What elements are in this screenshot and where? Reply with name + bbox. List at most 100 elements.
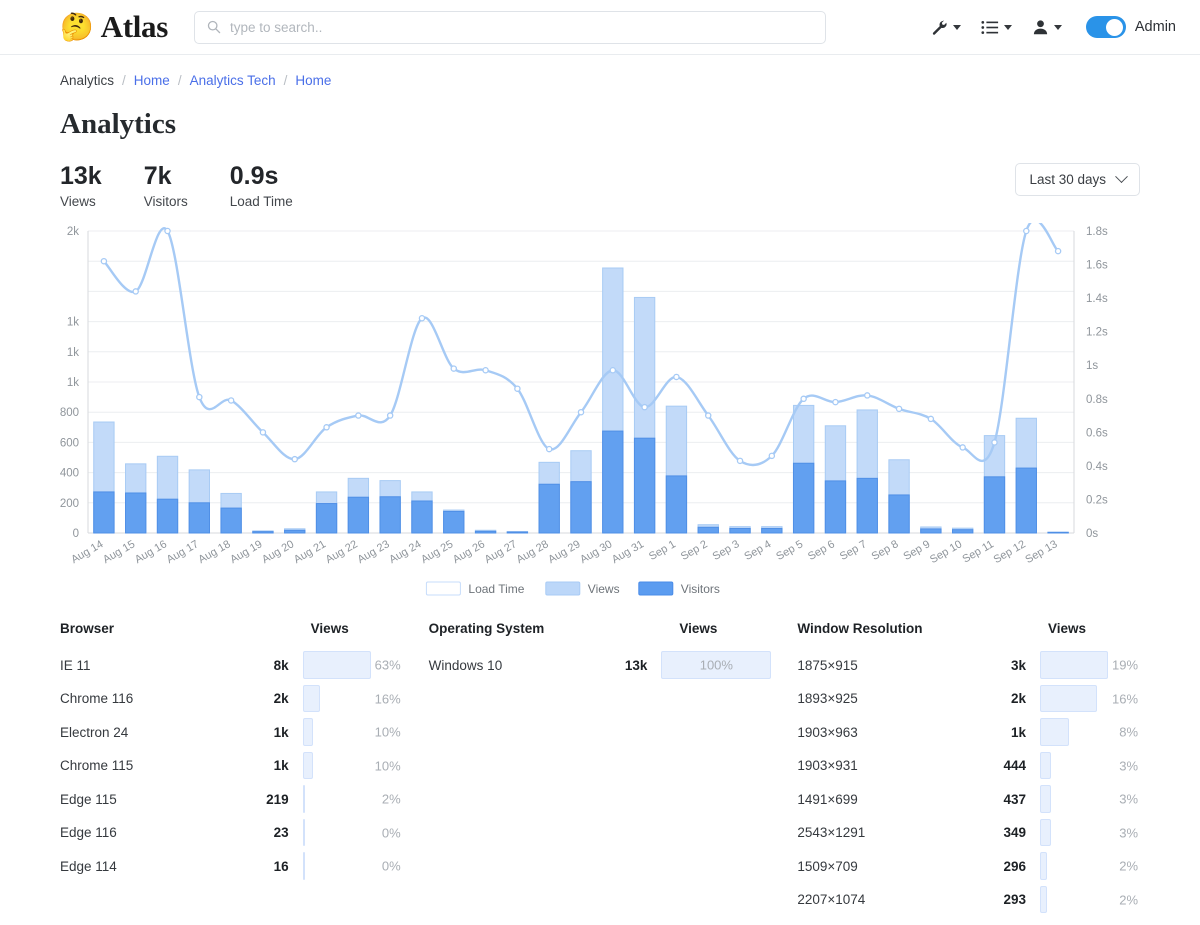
table-row[interactable]: 1875×9153k19% xyxy=(797,648,1140,682)
breadcrumb-item-analytics-tech[interactable]: Analytics Tech xyxy=(190,73,276,88)
search-icon xyxy=(207,20,221,34)
bar-visitors xyxy=(157,499,177,533)
user-menu[interactable] xyxy=(1032,19,1062,36)
column-header-name: Window Resolution xyxy=(797,621,1048,636)
legend-swatch xyxy=(639,582,673,595)
x-axis-tick: Sep 2 xyxy=(679,538,710,563)
list-menu[interactable] xyxy=(981,20,1012,35)
x-axis-tick: Sep 5 xyxy=(774,538,805,563)
row-bar: 3% xyxy=(1040,782,1140,816)
x-axis-tick: Aug 24 xyxy=(387,538,423,566)
row-label: 2543×1291 xyxy=(797,825,988,840)
x-axis-tick: Sep 13 xyxy=(1023,538,1059,566)
chevron-down-icon xyxy=(953,25,961,30)
line-point-load-time xyxy=(133,289,138,294)
table-row[interactable]: 1903×9314443% xyxy=(797,749,1140,783)
thinking-face-icon: 🤔 xyxy=(60,14,94,41)
breadcrumb-item-home-2[interactable]: Home xyxy=(295,73,331,88)
x-axis-tick: Sep 12 xyxy=(992,538,1028,566)
row-label: 2207×1074 xyxy=(797,892,988,907)
row-views: 3k xyxy=(988,658,1040,673)
row-views: 444 xyxy=(988,758,1040,773)
table-row[interactable]: 1893×9252k16% xyxy=(797,682,1140,716)
row-label: 1509×709 xyxy=(797,859,988,874)
toggle-knob xyxy=(1106,19,1123,36)
line-point-load-time xyxy=(260,430,265,435)
table-row[interactable]: Chrome 1151k10% xyxy=(60,749,403,783)
table-header-row: BrowserViews xyxy=(60,621,403,636)
top-navigation-bar: 🤔 Atlas xyxy=(0,0,1200,55)
line-point-load-time xyxy=(451,366,456,371)
row-bar-fill xyxy=(303,785,305,813)
x-axis-tick: Sep 1 xyxy=(647,538,678,563)
date-range-select[interactable]: Last 30 days xyxy=(1015,163,1140,196)
table-row[interactable]: Chrome 1162k16% xyxy=(60,682,403,716)
table-row[interactable]: 1491×6994373% xyxy=(797,782,1140,816)
bar-visitors xyxy=(921,529,941,533)
table-row[interactable]: Electron 241k10% xyxy=(60,715,403,749)
row-bar-fill xyxy=(1040,752,1051,780)
row-bar: 16% xyxy=(303,682,403,716)
table-row[interactable]: Edge 1152192% xyxy=(60,782,403,816)
bar-visitors xyxy=(698,528,718,534)
bar-visitors xyxy=(571,482,591,533)
row-bar-fill xyxy=(1040,785,1051,813)
search-input[interactable] xyxy=(230,20,813,35)
line-point-load-time xyxy=(992,440,997,445)
row-bar: 10% xyxy=(303,715,403,749)
row-bar-fill xyxy=(1040,886,1047,914)
row-percent: 16% xyxy=(375,691,401,706)
breadcrumb-item-home[interactable]: Home xyxy=(134,73,170,88)
row-views: 293 xyxy=(988,892,1040,907)
row-label: IE 11 xyxy=(60,658,251,673)
table-row[interactable]: Edge 114160% xyxy=(60,849,403,883)
analytics-chart-svg[interactable]: 02004006008001k1k1k2k0s0.2s0.4s0.6s0.8s1… xyxy=(0,223,1200,603)
chevron-down-icon xyxy=(1115,170,1128,183)
row-bar: 100% xyxy=(661,648,771,682)
y-axis-right-tick: 0s xyxy=(1086,528,1098,540)
table-row[interactable]: 2543×12913493% xyxy=(797,816,1140,850)
row-percent: 10% xyxy=(375,725,401,740)
y-axis-left-tick: 1k xyxy=(67,347,79,359)
row-views: 2k xyxy=(251,691,303,706)
row-percent: 10% xyxy=(375,758,401,773)
table-row[interactable]: Windows 1013k100% xyxy=(429,648,772,682)
x-axis-tick: Aug 18 xyxy=(196,538,232,566)
search-box[interactable] xyxy=(194,11,826,44)
admin-toggle-group[interactable]: Admin xyxy=(1086,16,1176,38)
y-axis-left-tick: 600 xyxy=(60,438,79,450)
row-label: 1903×963 xyxy=(797,725,988,740)
legend-label: Visitors xyxy=(681,582,720,596)
row-views: 16 xyxy=(251,859,303,874)
y-axis-right-tick: 0.4s xyxy=(1086,461,1108,473)
row-bar-fill xyxy=(1040,651,1108,679)
row-views: 2k xyxy=(988,691,1040,706)
row-bar-fill xyxy=(303,852,305,880)
table-row[interactable]: 1903×9631k8% xyxy=(797,715,1140,749)
line-point-load-time xyxy=(419,316,424,321)
bar-visitors xyxy=(94,492,114,533)
table-row[interactable]: 2207×10742932% xyxy=(797,883,1140,917)
bar-visitors xyxy=(285,531,305,534)
row-label: 1875×915 xyxy=(797,658,988,673)
row-bar: 2% xyxy=(1040,883,1140,917)
row-label: 1893×925 xyxy=(797,691,988,706)
row-bar-fill xyxy=(303,718,314,746)
table-header-row: Window ResolutionViews xyxy=(797,621,1140,636)
y-axis-right-tick: 1.8s xyxy=(1086,226,1108,238)
row-views: 23 xyxy=(251,825,303,840)
brand-logo[interactable]: 🤔 Atlas xyxy=(60,9,168,45)
line-load-time xyxy=(104,223,1058,465)
row-bar: 2% xyxy=(1040,849,1140,883)
tools-menu[interactable] xyxy=(931,19,961,36)
table-row[interactable]: Edge 116230% xyxy=(60,816,403,850)
table-row[interactable]: IE 118k63% xyxy=(60,648,403,682)
chevron-down-icon xyxy=(1054,25,1062,30)
stat-visitors: 7k Visitors xyxy=(144,163,188,209)
row-percent: 63% xyxy=(375,658,401,673)
row-bar: 19% xyxy=(1040,648,1140,682)
x-axis-tick: Aug 21 xyxy=(292,538,328,566)
admin-toggle[interactable] xyxy=(1086,16,1126,38)
x-axis-tick: Aug 22 xyxy=(324,538,360,566)
table-row[interactable]: 1509×7092962% xyxy=(797,849,1140,883)
